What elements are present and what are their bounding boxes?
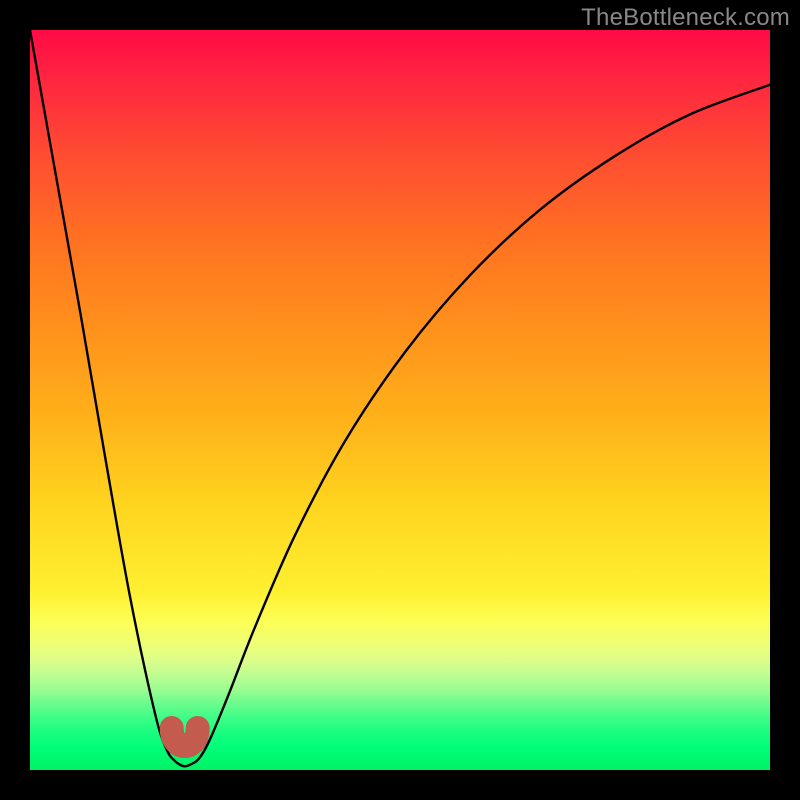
outer-frame: TheBottleneck.com xyxy=(0,0,800,800)
minimum-marker xyxy=(172,728,198,746)
bottleneck-curve xyxy=(30,30,770,766)
watermark-text: TheBottleneck.com xyxy=(581,4,790,32)
plot-area xyxy=(30,30,770,770)
curve-svg xyxy=(30,30,770,770)
